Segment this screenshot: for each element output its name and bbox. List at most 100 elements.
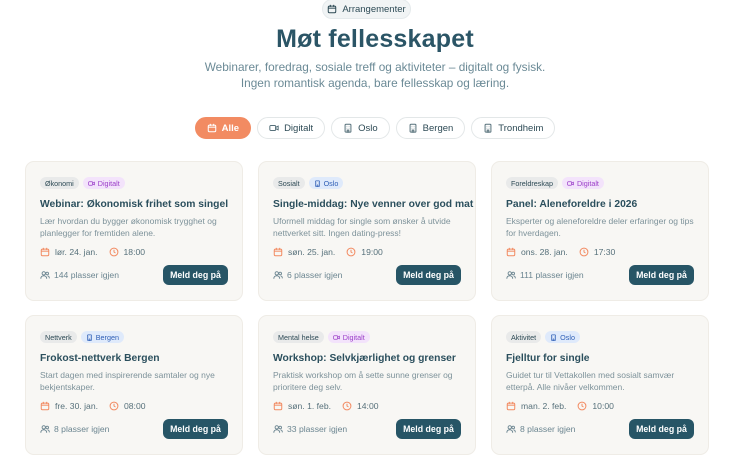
filter-bergen[interactable]: Bergen [395, 117, 466, 139]
event-date: ons. 28. jan. [521, 247, 568, 257]
clock-icon [579, 247, 589, 257]
event-footer: 6 plasser igjen Meld deg på [273, 265, 461, 285]
event-title: Single-middag: Nye venner over god mat [273, 199, 474, 210]
register-button[interactable]: Meld deg på [163, 265, 228, 285]
event-meta: ons. 28. jan. 17:30 [506, 247, 694, 257]
event-tags: Nettverk Bergen [40, 331, 228, 343]
location-tag: Digitalt [327, 331, 370, 343]
event-title: Webinar: Økonomisk frihet som singel [40, 199, 229, 210]
event-time: 19:00 [361, 247, 383, 257]
clock-icon [577, 401, 587, 411]
spots-left-label: 8 plasser igjen [520, 424, 576, 434]
spots-left: 6 plasser igjen [273, 270, 342, 280]
filter-label: Bergen [422, 122, 454, 134]
clock-icon [109, 247, 119, 257]
clock-icon [346, 247, 356, 257]
page-subtitle: Webinarer, foredrag, sosiale treff og ak… [204, 60, 546, 90]
calendar-icon [40, 401, 50, 411]
event-meta: fre. 30. jan. 08:00 [40, 401, 228, 411]
event-time: 10:00 [592, 401, 614, 411]
spots-left: 144 plasser igjen [40, 270, 119, 280]
filter-label: Digitalt [284, 122, 314, 134]
event-date: søn. 25. jan. [288, 247, 336, 257]
users-icon [40, 424, 50, 434]
calendar-icon [506, 401, 516, 411]
location-tag-label: Digitalt [576, 178, 599, 188]
filter-alle[interactable]: Alle [194, 117, 252, 139]
event-card: Nettverk Bergen Frokost-nettverk Bergen … [25, 315, 243, 455]
page-title: Møt fellesskapet [276, 25, 474, 53]
building-icon [86, 334, 93, 341]
event-title: Workshop: Selvkjærlighet og grenser [273, 353, 456, 364]
spots-left: 8 plasser igjen [40, 424, 109, 434]
spots-left: 33 plasser igjen [273, 424, 347, 434]
section-badge: Arrangementer [322, 0, 411, 19]
calendar-icon [40, 247, 50, 257]
event-description: Start dagen med inspirerende samtaler og… [40, 370, 215, 392]
calendar-icon [506, 247, 516, 257]
video-icon [332, 334, 340, 341]
event-description: Eksperter og aleneforeldre deler erfarin… [506, 216, 694, 238]
building-icon [483, 123, 493, 133]
location-tag: Oslo [545, 331, 580, 343]
register-button[interactable]: Meld deg på [629, 265, 694, 285]
spots-left-label: 144 plasser igjen [54, 270, 119, 280]
event-tags: Mental helse Digitalt [273, 331, 461, 343]
event-tags: Foreldreskap Digitalt [506, 177, 694, 189]
category-tag: Nettverk [40, 331, 77, 343]
event-tags: Økonomi Digitalt [40, 177, 228, 189]
location-tag-label: Oslo [560, 332, 575, 342]
spots-left-label: 8 plasser igjen [54, 424, 110, 434]
register-button[interactable]: Meld deg på [163, 419, 228, 439]
event-tags: Aktivitet Oslo [506, 331, 694, 343]
spots-left-label: 6 plasser igjen [287, 270, 343, 280]
event-footer: 111 plasser igjen Meld deg på [506, 265, 694, 285]
event-meta: søn. 25. jan. 19:00 [273, 247, 461, 257]
register-button[interactable]: Meld deg på [396, 419, 461, 439]
building-icon [314, 180, 321, 187]
event-title: Fjelltur for single [506, 353, 590, 364]
event-footer: 8 plasser igjen Meld deg på [506, 419, 694, 439]
event-time: 17:30 [593, 247, 616, 257]
filter-label: Trondheim [498, 122, 544, 134]
spots-left: 111 plasser igjen [506, 270, 584, 280]
register-button[interactable]: Meld deg på [629, 419, 694, 439]
calendar-icon [207, 123, 217, 133]
event-date: lør. 24. jan. [55, 247, 98, 257]
users-icon [40, 270, 50, 280]
location-tag-label: Bergen [95, 332, 119, 342]
spots-left: 8 plasser igjen [506, 424, 575, 434]
event-time: 18:00 [123, 247, 146, 257]
category-tag: Aktivitet [506, 331, 542, 343]
event-card: Aktivitet Oslo Fjelltur for single Guide… [491, 315, 709, 455]
filter-label: Alle [221, 122, 240, 134]
event-description: Uformell middag for single som ønsker å … [273, 216, 451, 238]
event-description: Praktisk workshop om å sette sunne grens… [273, 370, 453, 392]
users-icon [273, 424, 283, 434]
video-icon [567, 180, 574, 187]
event-footer: 8 plasser igjen Meld deg på [40, 419, 228, 439]
filter-oslo[interactable]: Oslo [331, 117, 390, 139]
event-time: 14:00 [357, 401, 379, 411]
event-card: Foreldreskap Digitalt Panel: Aleneforeld… [491, 161, 709, 301]
building-icon [343, 123, 353, 133]
clock-icon [342, 401, 352, 411]
users-icon [273, 270, 283, 280]
calendar-icon [328, 4, 337, 14]
filter-trondheim[interactable]: Trondheim [471, 117, 556, 139]
building-icon [550, 334, 557, 341]
event-meta: søn. 1. feb. 14:00 [273, 401, 461, 411]
event-title: Frokost-nettverk Bergen [40, 353, 160, 364]
filter-label: Oslo [358, 122, 378, 134]
register-button[interactable]: Meld deg på [396, 265, 461, 285]
spots-left-label: 111 plasser igjen [520, 270, 584, 280]
location-tag: Bergen [80, 331, 124, 343]
event-title: Panel: Aleneforeldre i 2026 [506, 199, 638, 210]
users-icon [506, 424, 516, 434]
spots-left-label: 33 plasser igjen [287, 424, 348, 434]
event-meta: lør. 24. jan. 18:00 [40, 247, 228, 257]
event-date: søn. 1. feb. [288, 401, 331, 411]
location-tag: Digitalt [82, 177, 125, 189]
category-tag: Mental helse [273, 331, 324, 343]
filter-digitalt[interactable]: Digitalt [257, 117, 326, 139]
